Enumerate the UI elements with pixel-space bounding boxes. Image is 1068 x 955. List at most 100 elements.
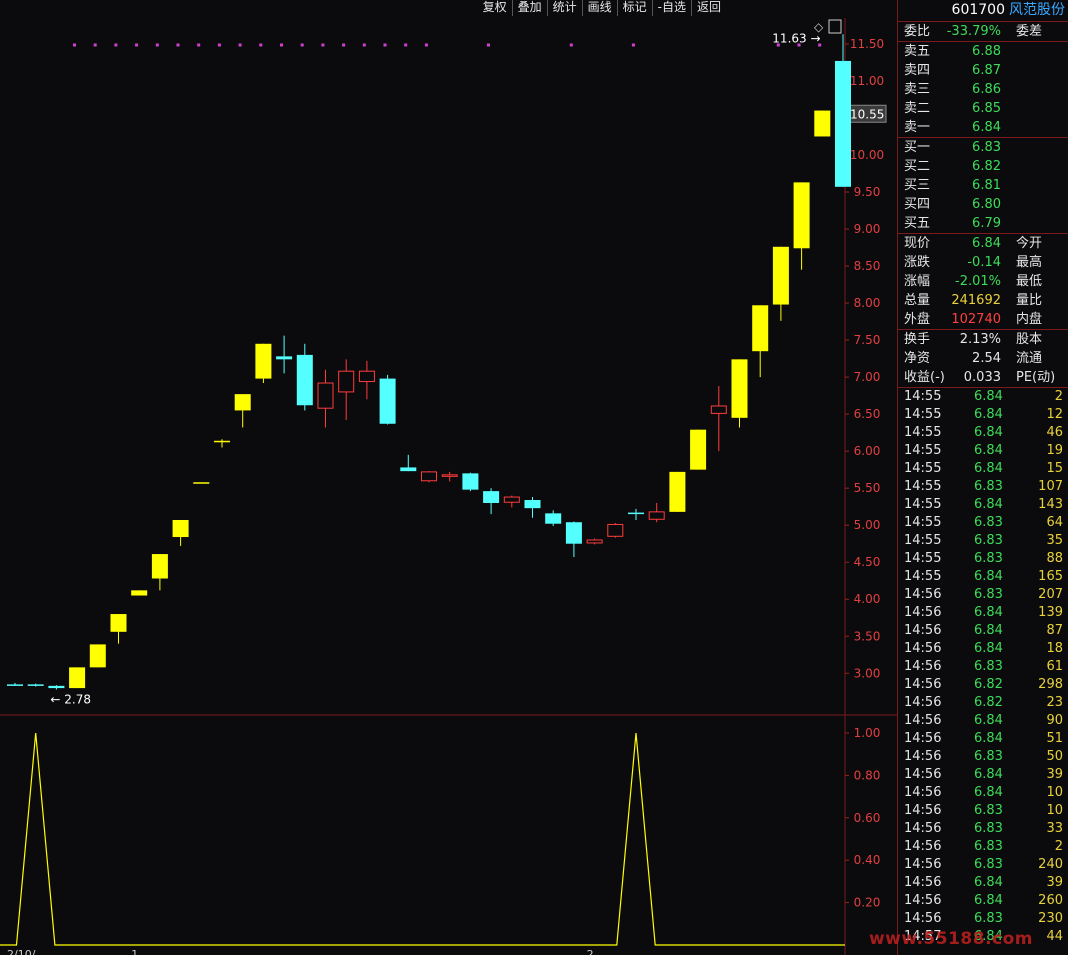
stat-row-extra: 股本 [1016, 332, 1043, 347]
tick-price: 6.84 [974, 713, 1003, 728]
stat-row: 收益(-) 0.033 PE(动) [898, 368, 1068, 387]
ask-row: 卖二 6.85 [898, 99, 1068, 118]
tick-time: 14:56 [904, 659, 942, 674]
candle-body [441, 474, 458, 477]
weicha-label: 委差 [1016, 24, 1043, 39]
tick-time: 14:56 [904, 677, 942, 692]
stat-row-extra: 最低 [1016, 274, 1043, 289]
stats-button[interactable]: 统计 [546, 0, 582, 16]
stat-row-label: 涨幅 [904, 274, 931, 289]
kline-chart[interactable]: 11.5011.0010.5010.009.509.008.508.007.50… [0, 0, 897, 955]
x-axis-label: 2/10/ [7, 948, 36, 955]
stat-row-value: -2.01% [955, 274, 1001, 289]
tick-row: 14:55 6.84 46 [898, 424, 1068, 442]
tick-list[interactable]: 14:55 6.84 2 14:55 6.84 12 14:55 6.84 46 14:55 6.8… [898, 388, 1068, 946]
stat-row-label: 换手 [904, 332, 931, 347]
tick-time: 14:55 [904, 407, 942, 422]
tick-volume: 61 [1046, 659, 1063, 674]
ask-row-label: 卖三 [904, 82, 931, 97]
tick-volume: 33 [1046, 821, 1063, 836]
stat-row-extra: 最高 [1016, 255, 1043, 270]
bid-row-label: 买五 [904, 216, 931, 231]
quote-panel: 601700 风范股份 委比 -33.79% 委差 卖五 6.88 卖四 6.87 卖三 6… [869, 0, 1068, 955]
mark-button[interactable]: 标记 [616, 0, 652, 16]
weibi-row: 委比 -33.79% 委差 [898, 22, 1068, 42]
stat-row-value: 241692 [951, 293, 1001, 308]
kline-chart-area[interactable]: 11.5011.0010.5010.009.509.008.508.007.50… [0, 0, 897, 955]
candle-body [462, 473, 479, 490]
tick-price: 6.82 [974, 695, 1003, 710]
stat-row-extra: 流通 [1016, 351, 1043, 366]
candle-body [731, 359, 748, 418]
remove-watchlist-button[interactable]: -自选 [651, 0, 691, 16]
tick-price: 6.83 [974, 533, 1003, 548]
candle-body [545, 513, 562, 524]
reference-dot [259, 43, 263, 47]
tick-price: 6.82 [974, 677, 1003, 692]
candle-body [814, 110, 831, 137]
tick-time: 14:55 [904, 443, 942, 458]
bid-row: 买三 6.81 [898, 176, 1068, 195]
tick-volume: 10 [1046, 785, 1063, 800]
candle-body [772, 246, 789, 305]
ask-row: 卖一 6.84 [898, 118, 1068, 137]
fuquan-button[interactable]: 复权 [478, 0, 512, 16]
tick-volume: 139 [1038, 605, 1063, 620]
candle-body [193, 482, 210, 484]
reference-dot [569, 43, 573, 47]
tick-volume: 207 [1038, 587, 1063, 602]
candle-body [379, 378, 396, 424]
ask-row-value: 6.84 [972, 120, 1001, 135]
tick-time: 14:56 [904, 641, 942, 656]
tick-time: 14:55 [904, 389, 942, 404]
tick-time: 14:56 [904, 605, 942, 620]
tick-time: 14:55 [904, 479, 942, 494]
candle-body [7, 684, 23, 686]
reference-dot [176, 43, 180, 47]
stat-row: 涨幅 -2.01% 最低 [898, 272, 1068, 291]
tick-time: 14:55 [904, 461, 942, 476]
tick-volume: 90 [1046, 713, 1063, 728]
bid-row-value: 6.83 [972, 140, 1001, 155]
stat-row-value: 2.13% [959, 332, 1001, 347]
reference-dot [404, 43, 408, 47]
candle-body [524, 500, 541, 509]
candle-body [214, 440, 230, 443]
overlay-button[interactable]: 叠加 [511, 0, 547, 16]
stock-name[interactable]: 风范股份 [1009, 2, 1065, 18]
ind-tick-label: 0.80 [854, 768, 881, 782]
bid-row: 买二 6.82 [898, 157, 1068, 176]
reference-dot [383, 43, 387, 47]
candle-body [255, 343, 272, 379]
bid-row-value: 6.80 [972, 197, 1001, 212]
candle-body [607, 523, 624, 537]
tick-price: 6.83 [974, 821, 1003, 836]
tick-volume: 165 [1038, 569, 1063, 584]
y-tick-label: 5.00 [854, 518, 881, 532]
back-button[interactable]: 返回 [690, 0, 726, 16]
ind-tick-label: 1.00 [854, 726, 881, 740]
tick-volume: 230 [1038, 911, 1063, 926]
bid-row: 买四 6.80 [898, 195, 1068, 214]
reference-dot [487, 43, 490, 47]
tick-price: 6.84 [974, 731, 1003, 746]
reference-dot [238, 43, 242, 47]
stat-row: 净资 2.54 流通 [898, 349, 1068, 368]
price-marker-label: 10.55 [850, 107, 884, 121]
ask-row: 卖三 6.86 [898, 80, 1068, 99]
candle-body [669, 471, 686, 512]
bid-row-label: 买四 [904, 197, 931, 212]
reference-dot [93, 43, 97, 47]
stat-row-value: 0.033 [963, 370, 1001, 385]
ask-row-value: 6.88 [972, 44, 1001, 59]
tick-price: 6.84 [974, 569, 1003, 584]
y-tick-label: 8.00 [854, 296, 881, 310]
tick-time: 14:55 [904, 569, 942, 584]
tick-price: 6.83 [974, 515, 1003, 530]
draw-line-button[interactable]: 画线 [581, 0, 617, 16]
tick-row: 14:56 6.84 51 [898, 730, 1068, 748]
tick-row: 14:56 6.83 207 [898, 586, 1068, 604]
tick-volume: 35 [1046, 533, 1063, 548]
ask-row-label: 卖四 [904, 63, 931, 78]
tick-price: 6.84 [974, 407, 1003, 422]
